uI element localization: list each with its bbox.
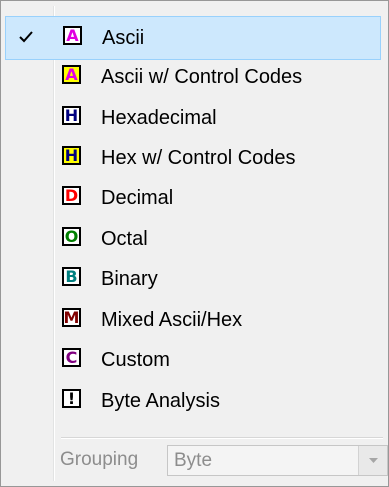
menu-item-octal[interactable]: O Octal: [5, 218, 381, 262]
menu-item-label: Byte Analysis: [101, 390, 220, 412]
menu-item-decimal[interactable]: D Decimal: [5, 177, 381, 221]
display-mode-menu: A Ascii A Ascii w/ Control Codes H Hexad…: [0, 0, 389, 487]
menu-item-mixed-ascii-hex[interactable]: M Mixed Ascii/Hex: [5, 299, 381, 343]
mixed-ascii-hex-icon: M: [62, 307, 81, 327]
menu-item-byte-analysis[interactable]: ! Byte Analysis: [5, 380, 381, 424]
menu-item-label: Decimal: [101, 187, 174, 209]
menu-item-label: Custom: [101, 349, 170, 371]
menu-item-hexadecimal[interactable]: H Hexadecimal: [5, 97, 381, 141]
chevron-down-icon: [369, 458, 378, 463]
binary-icon: B: [62, 267, 81, 286]
menu-item-hex-control-codes[interactable]: H Hex w/ Control Codes: [5, 137, 381, 181]
menu-item-label: Binary: [101, 268, 158, 290]
menu-item-label: Ascii: [102, 27, 145, 49]
menu-item-label: Hexadecimal: [101, 107, 217, 129]
menu-item-ascii-control-codes[interactable]: A Ascii w/ Control Codes: [5, 56, 381, 100]
octal-icon: O: [62, 227, 81, 246]
menu-item-binary[interactable]: B Binary: [5, 258, 381, 302]
menu-divider: [61, 437, 383, 439]
grouping-select-value: Byte: [174, 450, 213, 471]
custom-icon: C: [62, 348, 81, 367]
hex-control-codes-icon: H: [62, 146, 81, 165]
hexadecimal-icon: H: [62, 106, 81, 125]
grouping-select[interactable]: Byte: [167, 445, 388, 476]
ascii-control-codes-icon: A: [62, 65, 81, 84]
decimal-icon: D: [62, 186, 81, 205]
menu-item-label: Octal: [101, 228, 148, 250]
menu-item-ascii[interactable]: A Ascii: [5, 16, 381, 60]
checkmark-icon: [16, 27, 36, 47]
menu-item-custom[interactable]: C Custom: [5, 339, 381, 383]
byte-analysis-icon: !: [62, 389, 81, 408]
ascii-icon: A: [63, 26, 82, 45]
grouping-dropdown-button[interactable]: [358, 446, 387, 475]
menu-item-label: Mixed Ascii/Hex: [101, 309, 243, 331]
menu-item-label: Ascii w/ Control Codes: [101, 66, 303, 88]
menu-item-label: Hex w/ Control Codes: [101, 147, 296, 169]
grouping-label: Grouping: [60, 449, 139, 470]
